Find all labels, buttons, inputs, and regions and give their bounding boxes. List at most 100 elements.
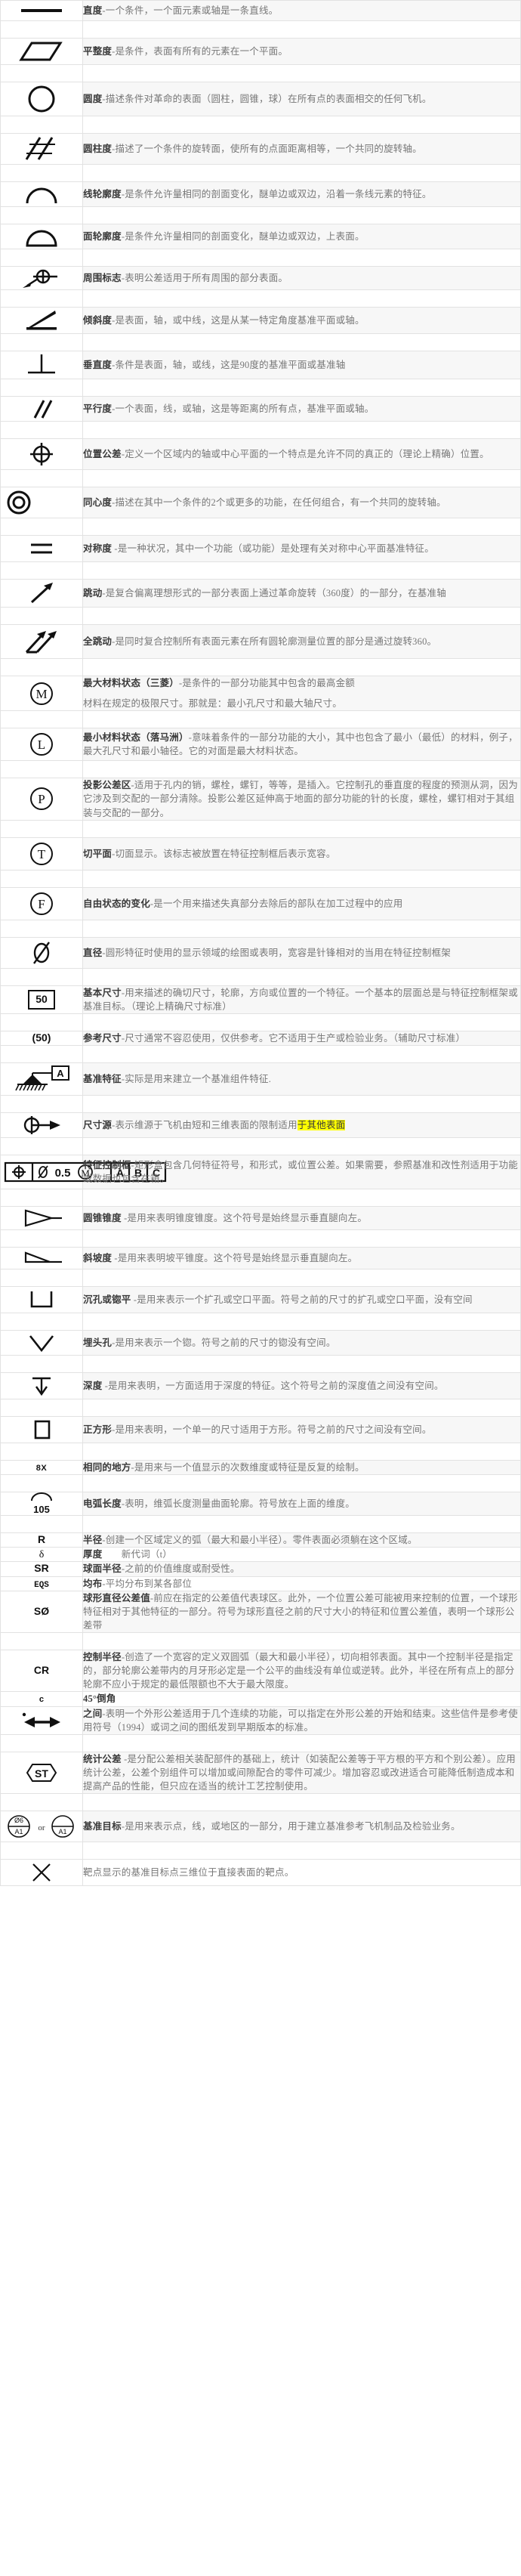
arc-length-icon: 105 bbox=[31, 1492, 52, 1515]
spacer-sym bbox=[0, 1189, 83, 1207]
term-label: 平行度 bbox=[83, 403, 113, 414]
description-cell-target-point: 靶点显示的基准目标点三维位于直接表面的靶点。 bbox=[82, 1859, 521, 1887]
spacer-sym bbox=[0, 1013, 83, 1031]
spacer-desc bbox=[82, 869, 521, 888]
symbol-cell-line-profile bbox=[0, 181, 83, 207]
table-row: 倾斜度-是表面，轴，或中线，这是从某一特定角度基准平面或轴。 bbox=[0, 307, 521, 334]
symbol-cell-reference-dimension: (50) bbox=[0, 1030, 83, 1047]
description-cell-perpendicularity: 垂直度-条件是表面，轴，或线，这是90度的基准平面或基准轴 bbox=[82, 351, 521, 379]
table-row: δ 厚度 新代词（t） bbox=[0, 1547, 521, 1563]
svg-text:105: 105 bbox=[33, 1504, 50, 1515]
desc-text: 是用来表明，一方面适用于深度的特征。这个符号之前的深度值之间没有空间。 bbox=[108, 1380, 444, 1391]
spacer-sym bbox=[0, 1269, 83, 1287]
gdt-symbol-table: 直度-一个条件，一个面元素或轴是一条直线。 平整度-是条件，表面有所有的元素在一… bbox=[0, 0, 521, 1887]
cylindricity-icon bbox=[25, 137, 55, 160]
table-row: SR 球面半径-之前的价值维度或耐受性。 bbox=[0, 1561, 521, 1577]
description-cell-thickness: 厚度 新代词（t） bbox=[82, 1547, 521, 1563]
desc-subtext: 材料在规定的极限尺寸。那就是：最小孔尺寸和最大轴尺寸。 bbox=[83, 698, 342, 710]
table-row: 沉孔或锪平 -是用来表示一个扩孔或空口平面。符号之前的尺寸的扩孔或空口平面，没有… bbox=[0, 1286, 521, 1313]
spacer-sym bbox=[0, 1137, 83, 1155]
spacer-desc bbox=[82, 561, 521, 580]
spacer-sym bbox=[0, 333, 83, 351]
spacer-row bbox=[0, 1632, 521, 1650]
table-row: 平行度-一个表面，线，或轴，这是等距离的所有点，基准平面或轴。 bbox=[0, 396, 521, 422]
desc-text: 靶点显示的基准目标点三维位于直接表面的靶点。 bbox=[83, 1867, 294, 1879]
spacer-sym bbox=[0, 819, 83, 838]
table-row: 线轮廓度-是条件允许量相同的剖面变化，醚单边或双边，沿着一条线元素的特征。 bbox=[0, 181, 521, 207]
statistical-tolerance-st-icon: ST bbox=[26, 1763, 57, 1782]
table-row: 平整度-是条件，表面有所有的元素在一个平面。 bbox=[0, 38, 521, 65]
basic-dimension-value: 50 bbox=[35, 992, 48, 1005]
term-label: 电弧长度 bbox=[83, 1498, 122, 1510]
spacer-sym bbox=[0, 249, 83, 267]
spacer-sym bbox=[0, 20, 83, 39]
spacer-row bbox=[0, 1229, 521, 1248]
term-label: 控制半径 bbox=[83, 1652, 122, 1662]
spacer-desc bbox=[82, 64, 521, 82]
desc-text: 是用来表明，一个单一的尺寸适用于方形。符号之前的尺寸之间没有空间。 bbox=[115, 1424, 432, 1435]
spacer-desc bbox=[82, 1095, 521, 1113]
term-label: 圆锥锥度 bbox=[83, 1212, 122, 1223]
spacer-row bbox=[0, 760, 521, 779]
spacer-desc bbox=[82, 819, 521, 838]
table-row: A 基准特征-实际是用来建立一个基准组件特征. bbox=[0, 1062, 521, 1096]
desc-text: 用来描述的确切尺寸，轮廓，方向或位置的一个特征。一个基本的层面总是与特征控制框架… bbox=[83, 987, 518, 1012]
term-label: 半径 bbox=[83, 1535, 103, 1546]
depth-icon bbox=[32, 1377, 51, 1396]
desc-text: 表明公差适用于所有周围的部分表面。 bbox=[125, 272, 288, 283]
spacer-desc bbox=[82, 710, 521, 729]
spacer-sym bbox=[0, 919, 83, 938]
desc-text: 实际是用来建立一个基准组件特征. bbox=[125, 1073, 272, 1084]
table-row: 对称度 -是一种状况，其中一个功能（或功能）是处理有关对称中心平面基准特征。 bbox=[0, 535, 521, 562]
desc-text: 是一种状况，其中一个功能（或功能）是处理有关对称中心平面基准特征。 bbox=[117, 543, 434, 554]
spherical-diameter-icon: SØ bbox=[33, 1604, 50, 1617]
spacer-desc bbox=[82, 1474, 521, 1493]
symbol-cell-free-state: F bbox=[0, 886, 83, 920]
table-row: 全跳动-是同时复合控制所有表面元素在所有圆轮廓测量位置的部分是通过旋转360。 bbox=[0, 624, 521, 659]
symbol-cell-spherical-radius: SR bbox=[0, 1561, 83, 1577]
symbol-cell-target-point bbox=[0, 1859, 83, 1887]
desc-text: 创造了一个宽容的定义双圆弧（最大和最小半径），切向相邻表面。其中一个控制半径是指… bbox=[83, 1652, 515, 1690]
term-label: 倾斜度 bbox=[83, 314, 113, 326]
spacer-row bbox=[0, 710, 521, 729]
svg-text:A1: A1 bbox=[58, 1828, 66, 1835]
table-row: 深度 -是用来表明，一方面适用于深度的特征。这个符号之前的深度值之间没有空间。 bbox=[0, 1372, 521, 1399]
symbol-cell-thickness: δ bbox=[0, 1547, 83, 1563]
spacer-row bbox=[0, 561, 521, 580]
description-cell-line-profile: 线轮廓度-是条件允许量相同的剖面变化，醚单边或双边，沿着一条线元素的特征。 bbox=[82, 181, 521, 207]
table-row: 尺寸源-表示维源于飞机由短和三维表面的限制适用于其他表面 bbox=[0, 1112, 521, 1138]
desc-text: 是条件，表面有所有的元素在一个平面。 bbox=[115, 45, 288, 57]
spacer-row bbox=[0, 869, 521, 888]
description-cell-diameter: 直径-圆形特征时使用的显示领域的绘图或表明，宽容是针锋相对的当用在特征控制框架 bbox=[82, 936, 521, 969]
runout-arrow-icon bbox=[30, 583, 53, 604]
description-cell-position: 位置公差-定义一个区域内的轴或中心平面的一个特点是允许不同的真正的（理论上精确）… bbox=[82, 438, 521, 470]
spacer-desc bbox=[82, 1229, 521, 1248]
spacer-sym bbox=[0, 469, 83, 487]
conical-taper-icon bbox=[24, 1209, 62, 1227]
table-row: c 45°倒角 bbox=[0, 1691, 521, 1707]
symbol-cell-datum-feature: A bbox=[0, 1062, 83, 1096]
symbol-cell-arc-length: 105 bbox=[0, 1492, 83, 1517]
spacer-row bbox=[0, 1842, 521, 1860]
spacer-desc bbox=[82, 919, 521, 938]
term-label: 正方形 bbox=[83, 1424, 113, 1435]
term-label: 特征控制框 bbox=[83, 1159, 131, 1170]
term-label: 深度 bbox=[83, 1380, 103, 1391]
table-row: 面轮廓度-是条件允许量相同的剖面变化，醚单边或双边，上表面。 bbox=[0, 224, 521, 249]
spacer-row bbox=[0, 1189, 521, 1207]
term-label: 垂直度 bbox=[83, 359, 113, 370]
table-row: 105 电弧长度-表明，维弧长度测量曲面轮廓。符号放在上面的维度。 bbox=[0, 1492, 521, 1517]
description-cell-projected-tolerance: 投影公差区-适用于孔内的销，螺栓，螺钉，等等，是插入。它控制孔的垂直度的程度的预… bbox=[82, 778, 521, 821]
controlled-radius-icon: CR bbox=[33, 1664, 50, 1677]
svg-text:L: L bbox=[38, 738, 45, 752]
desc-text: 创建一个区域定义的弧（最大和最小半径）。零件表面必须躺在这个区域。 bbox=[105, 1535, 418, 1546]
desc-text: 是条件允许量相同的剖面变化，醚单边或双边，沿着一条线元素的特征。 bbox=[125, 188, 432, 199]
spacer-sym bbox=[0, 1095, 83, 1113]
symbol-cell-slope bbox=[0, 1247, 83, 1269]
sep: - bbox=[112, 543, 118, 554]
description-cell-flatness: 平整度-是条件，表面有所有的元素在一个平面。 bbox=[82, 38, 521, 65]
description-cell-tangent-plane: 切平面-切面显示。该标志被放置在特征控制框后表示宽容。 bbox=[82, 837, 521, 871]
symbol-cell-radius: R bbox=[0, 1532, 83, 1548]
term-label: 圆度 bbox=[83, 93, 103, 104]
desc-text: 矩形盒包含几何特征符号，和形式，或位置公差。如果需要，参照基准和改性剂适用于功能… bbox=[83, 1159, 518, 1184]
